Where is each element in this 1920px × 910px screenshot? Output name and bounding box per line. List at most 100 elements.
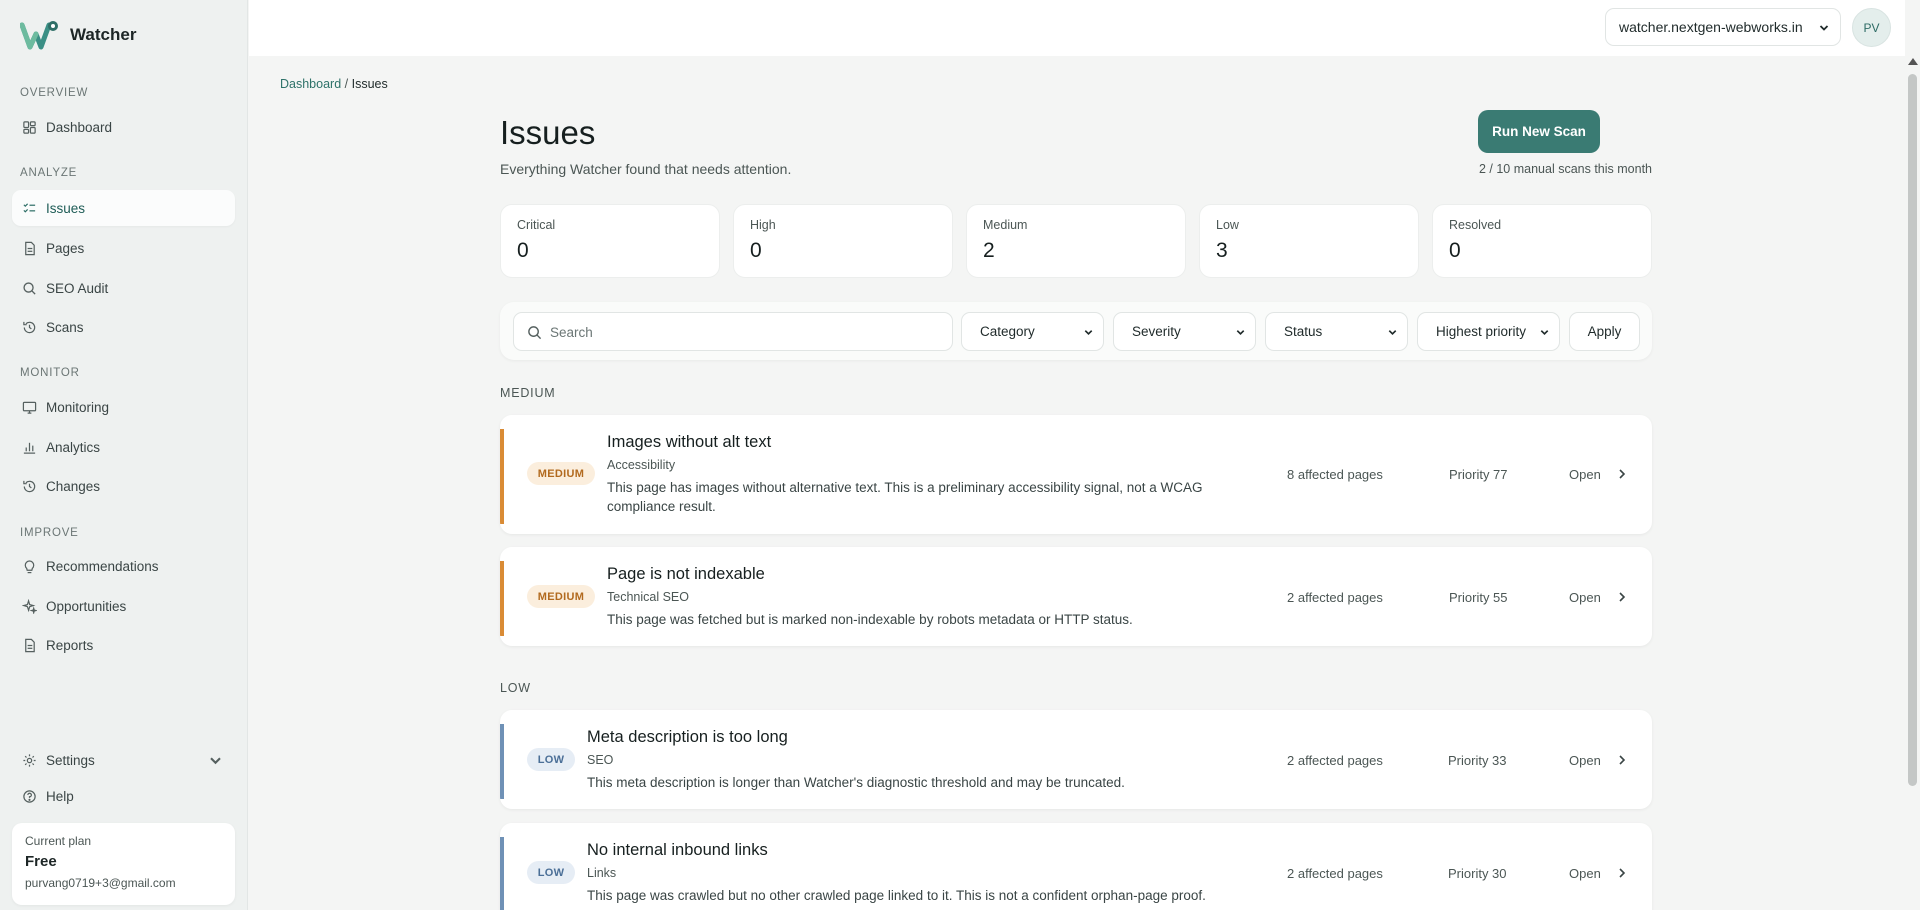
scan-quota: 2 / 10 manual scans this month — [1478, 162, 1652, 176]
sidebar-item-help[interactable]: Help — [12, 778, 235, 814]
stat-card-resolved: Resolved 0 — [1432, 204, 1652, 278]
sidebar-item-label: Reports — [46, 637, 94, 653]
search-input[interactable] — [550, 321, 940, 343]
issue-row[interactable]: LOW No internal inbound links Links This… — [500, 823, 1652, 910]
issue-status: Open — [1569, 467, 1601, 482]
chevron-down-icon — [1236, 330, 1245, 336]
category-select[interactable]: Category — [961, 312, 1104, 351]
run-new-scan-button[interactable]: Run New Scan — [1478, 110, 1600, 153]
stat-value: 0 — [1449, 239, 1461, 262]
sidebar-item-opportunities[interactable]: Opportunities — [12, 588, 235, 624]
search-box[interactable] — [513, 312, 953, 351]
sidebar-item-label: Monitoring — [46, 399, 110, 415]
severity-badge: LOW — [527, 748, 575, 771]
severity-select[interactable]: Severity — [1113, 312, 1256, 351]
issue-status: Open — [1569, 753, 1601, 768]
breadcrumb: Dashboard / Issues — [280, 77, 388, 91]
chevron-down-icon — [1388, 330, 1397, 336]
page-icon — [25, 638, 35, 652]
breadcrumb-separator: / — [344, 77, 349, 91]
issue-title: Meta description is too long — [587, 728, 788, 746]
history-icon — [23, 321, 36, 333]
app-name: Watcher — [70, 25, 137, 44]
sort-select[interactable]: Highest priority — [1417, 312, 1560, 351]
scrollbar-thumb[interactable] — [1908, 74, 1917, 786]
issue-category: Links — [587, 866, 617, 880]
chevron-down-icon — [210, 757, 221, 764]
stat-value: 3 — [1216, 239, 1228, 262]
issue-category: Technical SEO — [607, 590, 689, 604]
sidebar-item-label: SEO Audit — [46, 280, 109, 296]
section-overview: OVERVIEW — [20, 87, 89, 99]
sidebar: Watcher OVERVIEW Dashboard ANALYZE Issue… — [0, 0, 248, 910]
breadcrumb-current: Issues — [351, 77, 388, 91]
affected-pages: 2 affected pages — [1287, 590, 1383, 605]
stat-label: Low — [1216, 218, 1239, 232]
sidebar-item-issues[interactable]: Issues — [12, 190, 235, 226]
affected-pages: 2 affected pages — [1287, 866, 1383, 881]
sidebar-item-analytics[interactable]: Analytics — [12, 429, 235, 465]
sort-select-value: Highest priority — [1436, 324, 1527, 339]
stat-card-high: High 0 — [733, 204, 953, 278]
scroll-up-arrow-icon[interactable] — [1908, 58, 1918, 65]
affected-pages: 8 affected pages — [1287, 467, 1383, 482]
category-select-value: Category — [980, 324, 1035, 339]
section-improve: IMPROVE — [20, 527, 79, 539]
affected-pages: 2 affected pages — [1287, 753, 1383, 768]
issue-title: Images without alt text — [607, 433, 772, 451]
stat-card-critical: Critical 0 — [500, 204, 720, 278]
sidebar-item-settings[interactable]: Settings — [12, 742, 235, 778]
lightbulb-icon — [24, 559, 35, 573]
status-select-value: Status — [1284, 324, 1323, 339]
site-selector[interactable]: watcher.nextgen-webworks.in — [1605, 8, 1841, 46]
sidebar-item-label: Recommendations — [46, 558, 159, 574]
sidebar-item-label: Scans — [46, 319, 84, 335]
priority-score: Priority 30 — [1448, 866, 1507, 881]
stat-label: Medium — [983, 218, 1028, 232]
breadcrumb-dashboard[interactable]: Dashboard — [280, 77, 341, 91]
search-icon — [23, 281, 36, 295]
user-avatar[interactable]: PV — [1852, 8, 1891, 47]
issue-status: Open — [1569, 590, 1601, 605]
issue-category: SEO — [587, 753, 614, 767]
issue-row[interactable]: MEDIUM Page is not indexable Technical S… — [500, 547, 1652, 646]
priority-score: Priority 55 — [1449, 590, 1508, 605]
stat-value: 0 — [517, 239, 529, 262]
sidebar-item-label: Dashboard — [46, 119, 113, 135]
sidebar-item-seo-audit[interactable]: SEO Audit — [12, 270, 235, 306]
stat-value: 0 — [750, 239, 762, 262]
current-plan-card[interactable]: Current plan Free purvang0719+3@gmail.co… — [12, 823, 235, 905]
sidebar-item-label: Help — [46, 788, 74, 804]
apply-filters-button[interactable]: Apply — [1569, 312, 1640, 351]
user-email: purvang0719+3@gmail.com — [25, 876, 176, 890]
sidebar-item-recommendations[interactable]: Recommendations — [12, 548, 235, 584]
issue-status: Open — [1569, 866, 1601, 881]
issue-row[interactable]: MEDIUM Images without alt text Accessibi… — [500, 415, 1652, 534]
status-select[interactable]: Status — [1265, 312, 1408, 351]
sidebar-item-changes[interactable]: Changes — [12, 468, 235, 504]
issue-row[interactable]: LOW Meta description is too long SEO Thi… — [500, 710, 1652, 809]
checklist-icon — [23, 202, 36, 213]
sidebar-item-pages[interactable]: Pages — [12, 230, 235, 266]
group-label-medium: MEDIUM — [500, 386, 556, 400]
brand[interactable]: Watcher — [20, 20, 136, 50]
history-icon — [23, 480, 36, 492]
stat-value: 2 — [983, 239, 995, 262]
sidebar-item-monitoring[interactable]: Monitoring — [12, 389, 235, 425]
stat-label: Resolved — [1449, 218, 1502, 232]
stat-card-low: Low 3 — [1199, 204, 1419, 278]
chevron-down-icon — [1540, 330, 1549, 336]
sparkle-icon — [22, 598, 37, 614]
sidebar-item-scans[interactable]: Scans — [12, 309, 235, 345]
filter-bar: Category Severity Status Highest priorit… — [500, 302, 1652, 360]
stat-label: Critical — [517, 218, 556, 232]
severity-accent-bar — [500, 837, 504, 910]
sidebar-item-reports[interactable]: Reports — [12, 627, 235, 663]
severity-badge: LOW — [527, 861, 575, 884]
sidebar-item-dashboard[interactable]: Dashboard — [12, 109, 235, 145]
severity-badge: MEDIUM — [527, 462, 595, 485]
sidebar-item-label: Settings — [46, 752, 95, 768]
sidebar-item-label: Changes — [46, 478, 101, 494]
page-title: Issues — [500, 114, 596, 151]
help-icon — [23, 789, 36, 803]
